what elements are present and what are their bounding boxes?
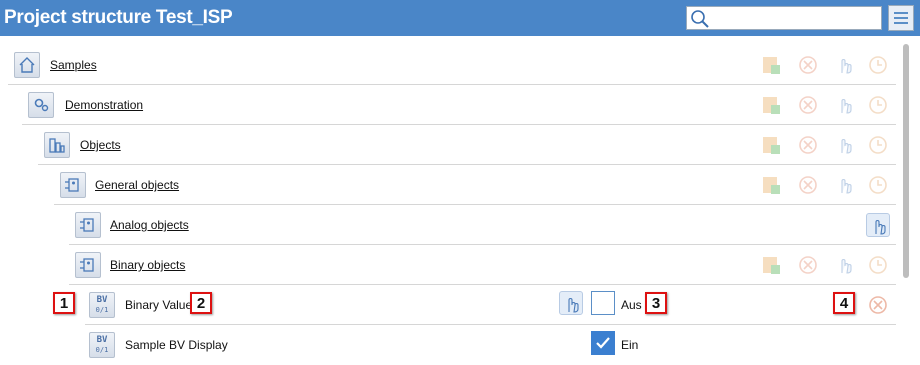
title-bar: Project structure Test_ISP — [0, 0, 920, 36]
page-title: Project structure Test_ISP — [4, 7, 233, 28]
vertical-scrollbar[interactable] — [903, 44, 909, 278]
bv-icon-sub: 0/1 — [95, 346, 109, 354]
checkmark-icon — [596, 337, 610, 349]
sample-bv-display-state: Ein — [621, 338, 639, 352]
menu-icon — [894, 12, 908, 14]
binary-value-icon[interactable]: BV 0/1 — [89, 292, 115, 318]
binary-value-label: Binary Value — [125, 298, 193, 312]
search-field[interactable] — [686, 6, 882, 30]
tree-link-binary-objects[interactable]: Binary objects — [110, 258, 185, 272]
sample-bv-display-row: BV 0/1 Sample BV Display — [85, 325, 896, 365]
cancel-icon[interactable] — [796, 253, 820, 277]
home-icon[interactable] — [14, 52, 40, 78]
hand-icon[interactable] — [833, 53, 857, 77]
gears-icon[interactable] — [28, 92, 54, 118]
object-group-icon[interactable] — [60, 172, 86, 198]
edit-icon[interactable] — [759, 53, 783, 77]
reset-icon[interactable] — [866, 133, 890, 157]
binary-value-checkbox[interactable] — [591, 291, 615, 315]
hand-icon[interactable] — [559, 291, 583, 315]
binary-value-icon[interactable]: BV 0/1 — [89, 332, 115, 358]
cancel-icon[interactable] — [866, 293, 890, 317]
edit-icon[interactable] — [759, 173, 783, 197]
edit-icon[interactable] — [759, 93, 783, 117]
bv-icon-label: BV — [96, 335, 108, 345]
building-icon[interactable] — [44, 132, 70, 158]
object-group-icon[interactable] — [75, 252, 101, 278]
tree-link-objects[interactable]: Objects — [80, 138, 121, 152]
object-group-icon[interactable] — [75, 212, 101, 238]
bv-icon-sub: 0/1 — [95, 306, 109, 314]
search-icon[interactable] — [690, 9, 710, 29]
hand-icon[interactable] — [833, 253, 857, 277]
annotation-marker-1: 1 — [53, 292, 75, 314]
sample-bv-display-label: Sample BV Display — [125, 338, 228, 352]
sample-bv-display-checkbox[interactable] — [591, 331, 615, 355]
edit-icon[interactable] — [759, 133, 783, 157]
bv-icon-label: BV — [96, 295, 108, 305]
tree-row-analog-objects: Analog objects — [69, 205, 896, 245]
reset-icon[interactable] — [866, 93, 890, 117]
annotation-marker-2: 2 — [190, 292, 212, 314]
annotation-marker-3: 3 — [645, 292, 667, 314]
reset-icon[interactable] — [866, 53, 890, 77]
reset-icon[interactable] — [866, 173, 890, 197]
cancel-icon[interactable] — [796, 133, 820, 157]
edit-icon[interactable] — [759, 253, 783, 277]
tree-link-analog-objects[interactable]: Analog objects — [110, 218, 189, 232]
hand-icon[interactable] — [866, 213, 890, 237]
search-input[interactable] — [713, 9, 881, 29]
tree-link-demonstration[interactable]: Demonstration — [65, 98, 143, 112]
tree-link-samples[interactable]: Samples — [50, 58, 97, 72]
hand-icon[interactable] — [833, 133, 857, 157]
tree-link-general-objects[interactable]: General objects — [95, 178, 179, 192]
binary-value-state: Aus — [621, 298, 642, 312]
hand-icon[interactable] — [833, 173, 857, 197]
reset-icon[interactable] — [866, 253, 890, 277]
cancel-icon[interactable] — [796, 93, 820, 117]
cancel-icon[interactable] — [796, 53, 820, 77]
menu-button[interactable] — [888, 5, 914, 31]
annotation-marker-4: 4 — [833, 292, 855, 314]
hand-icon[interactable] — [833, 93, 857, 117]
cancel-icon[interactable] — [796, 173, 820, 197]
